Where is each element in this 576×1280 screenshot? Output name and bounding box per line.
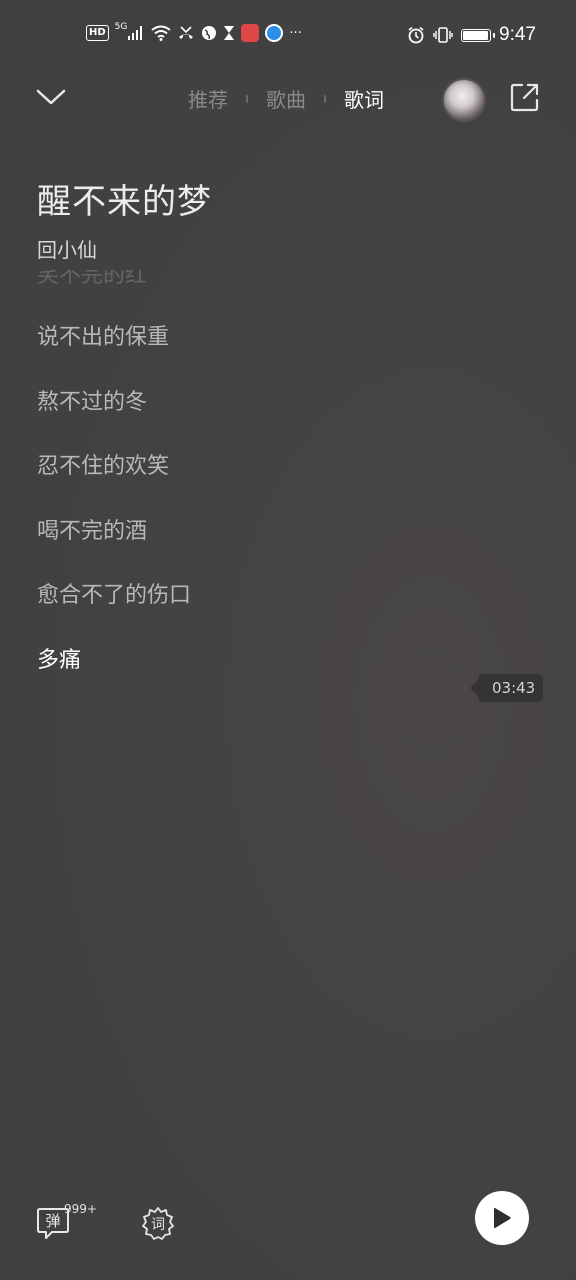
share-icon — [510, 83, 539, 112]
missed-call-icon — [177, 25, 195, 41]
lyric-line-current[interactable]: 多痛 — [37, 629, 457, 694]
status-time: 9:47 — [499, 24, 536, 45]
globe-icon — [201, 25, 217, 41]
tab-lyrics[interactable]: 歌词 — [344, 84, 384, 113]
more-notifications-icon: ··· — [289, 25, 302, 41]
player-topbar: 推荐 歌曲 歌词 — [0, 72, 576, 124]
battery-fill — [463, 30, 488, 40]
share-button[interactable] — [510, 82, 540, 112]
status-right: 9:47 — [407, 24, 536, 46]
status-left: HD 5G ··· — [86, 22, 302, 42]
avatar[interactable] — [442, 78, 486, 122]
artist-name[interactable]: 回小仙 — [37, 234, 97, 263]
tab-song[interactable]: 歌曲 — [266, 84, 306, 113]
lyrics-list[interactable]: 笑不完的红 说不出的保重 熬不过的冬 忍不住的欢笑 喝不完的酒 愈合不了的伤口 … — [37, 270, 457, 693]
song-title: 醒不来的梦 — [37, 182, 212, 222]
red-app-icon — [241, 24, 260, 42]
lyric-line[interactable]: 忍不住的欢笑 — [37, 435, 457, 500]
lyric-line[interactable]: 熬不过的冬 — [37, 371, 457, 436]
chevron-down-icon — [36, 89, 66, 105]
tab-bar: 推荐 歌曲 歌词 — [188, 84, 384, 113]
alarm-icon — [407, 26, 425, 44]
vibrate-icon — [433, 27, 453, 43]
hourglass-icon — [223, 25, 235, 41]
wifi-icon — [151, 25, 171, 41]
svg-text:词: 词 — [151, 1217, 165, 1233]
lyric-line[interactable]: 说不出的保重 — [37, 306, 457, 371]
lyric-word-icon: 词 — [142, 1207, 174, 1240]
danmu-count-badge: 999+ — [64, 1202, 97, 1216]
lyric-line[interactable]: 愈合不了的伤口 — [37, 564, 457, 629]
collapse-button[interactable] — [34, 82, 68, 112]
tab-recommend[interactable]: 推荐 — [188, 84, 228, 113]
blue-app-icon — [265, 24, 284, 42]
5g-signal-icon: 5G — [115, 22, 146, 40]
lyric-line[interactable]: 喝不完的酒 — [37, 500, 457, 565]
play-button[interactable] — [475, 1191, 529, 1245]
tab-divider — [324, 94, 326, 103]
status-bar: HD 5G ··· 9:47 — [0, 0, 576, 72]
svg-text:弹: 弹 — [45, 1212, 60, 1230]
lyric-settings-button[interactable]: 词 — [140, 1206, 176, 1242]
hd-icon: HD — [86, 25, 109, 41]
lyric-line-faded[interactable]: 笑不完的红 — [37, 270, 457, 306]
lyric-timestamp-badge[interactable]: 03:43 — [469, 674, 544, 702]
battery-icon — [461, 28, 496, 42]
tab-divider — [246, 94, 248, 103]
play-icon — [494, 1207, 511, 1229]
